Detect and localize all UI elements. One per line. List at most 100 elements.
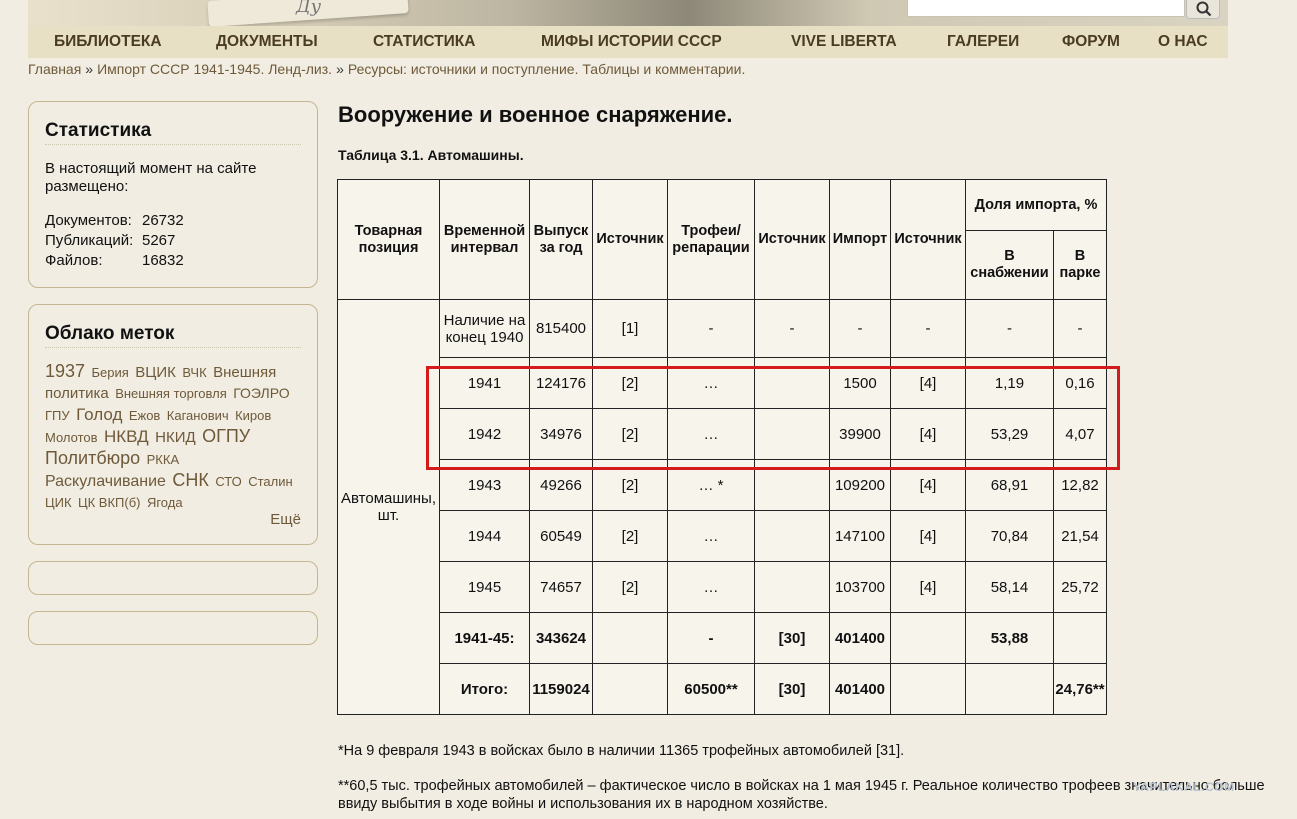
tag-link[interactable]: Берия	[92, 365, 129, 380]
nav-item-about[interactable]: О НАС	[1158, 33, 1208, 51]
cell-output: 60549	[529, 510, 593, 562]
main-nav: БИБЛИОТЕКА ДОКУМЕНТЫ СТАТИСТИКА МИФЫ ИСТ…	[28, 26, 1228, 58]
cell-import: 103700	[829, 561, 891, 613]
stats-intro: В настоящий момент на сайте размещено:	[45, 160, 257, 195]
tag-link[interactable]: НКИД	[155, 429, 196, 446]
breadcrumb-import[interactable]: Импорт СССР 1941-1945. Ленд-лиз.	[97, 61, 332, 77]
tag-link[interactable]: ГОЭЛРО	[233, 385, 289, 401]
search-input[interactable]	[907, 0, 1185, 17]
tag-link[interactable]: НКВД	[104, 427, 149, 446]
tag-link[interactable]: Киров	[235, 408, 271, 423]
stat-label: Публикаций:	[45, 232, 134, 249]
tag-link[interactable]: Ежов	[129, 408, 161, 423]
cell-trophies: …	[667, 510, 755, 562]
tag-link[interactable]: ЦК ВКП(б)	[78, 495, 141, 510]
stat-files: Файлов: 16832	[45, 252, 184, 269]
header-import: Импорт	[829, 179, 891, 300]
header-trophies: Трофеи/ репарации	[667, 179, 755, 300]
nav-item-statistics[interactable]: СТАТИСТИКА	[373, 33, 475, 51]
cell-output: 343624	[529, 612, 593, 664]
cell-trophies: -	[667, 299, 755, 358]
footnote: **60,5 тыс. трофейных автомобилей – факт…	[338, 778, 1265, 812]
cell-import: 401400	[829, 612, 891, 664]
search-icon	[1196, 1, 1212, 17]
cell-share-park: 12,82	[1053, 459, 1107, 511]
cell-share-supply: 53,88	[965, 612, 1054, 664]
breadcrumb-separator: »	[85, 61, 94, 77]
tag-link[interactable]: ВЦИК	[135, 364, 176, 381]
cell-interval: 1945	[439, 561, 530, 613]
banner-scrawl: Ду	[296, 0, 322, 17]
cell-interval: 1941	[439, 357, 530, 409]
cell-share-supply: 1,19	[965, 357, 1054, 409]
cell-source	[754, 357, 830, 409]
tag-link[interactable]: Сталин	[248, 474, 292, 489]
tag-link[interactable]: Внешняя торговля	[115, 386, 227, 401]
cell-source	[592, 612, 668, 664]
tag-cloud-more-link[interactable]: Ещё	[270, 511, 301, 528]
cell-interval: 1941-45:	[439, 612, 530, 664]
tag-link[interactable]: ВЧК	[182, 365, 206, 380]
tag-link[interactable]: ОГПУ	[202, 426, 250, 446]
cell-share-supply: 70,84	[965, 510, 1054, 562]
tag-link[interactable]: Молотов	[45, 430, 98, 445]
tag-link[interactable]: Ягода	[147, 495, 183, 510]
header-source: Источник	[890, 179, 966, 300]
cell-output: 815400	[529, 299, 593, 358]
cell-interval: Наличие на конец 1940	[439, 299, 530, 358]
header-share-park: В парке	[1053, 230, 1107, 300]
tag-link[interactable]: Каганович	[167, 408, 229, 423]
header-source: Источник	[592, 179, 668, 300]
cell-trophies: …	[667, 408, 755, 460]
cell-import: -	[829, 299, 891, 358]
header-source: Источник	[754, 179, 830, 300]
cell-source: [4]	[890, 510, 966, 562]
tag-link[interactable]: ЦИК	[45, 495, 72, 510]
cell-source: [30]	[754, 612, 830, 664]
tag-link[interactable]: ГПУ	[45, 408, 70, 423]
search-button[interactable]	[1186, 0, 1220, 19]
tag-link[interactable]: СТО	[215, 474, 241, 489]
empty-sidebar-box	[28, 561, 318, 595]
tag-link[interactable]: Голод	[76, 405, 122, 424]
cell-interval: 1942	[439, 408, 530, 460]
stat-value: 26732	[142, 212, 184, 229]
tag-link[interactable]: Раскулачивание	[45, 473, 166, 490]
cell-source: [2]	[592, 561, 668, 613]
cell-interval: Итого:	[439, 663, 530, 715]
cell-source	[754, 561, 830, 613]
table-caption: Таблица 3.1. Автомашины.	[338, 147, 524, 163]
breadcrumb-current[interactable]: Ресурсы: источники и поступление. Таблиц…	[348, 61, 745, 77]
nav-item-galleries[interactable]: ГАЛЕРЕИ	[947, 33, 1019, 51]
tag-cloud-box: Облако меток 1937 Берия ВЦИК ВЧК Внешняя…	[28, 304, 318, 545]
tag-link[interactable]: СНК	[172, 470, 208, 490]
cell-source: [4]	[890, 408, 966, 460]
table-row: 1942 34976 [2]… 39900 [4] 53,29 4,07	[338, 408, 1107, 460]
cell-source: [2]	[592, 510, 668, 562]
cell-import: 1500	[829, 357, 891, 409]
table-row: 1945 74657 [2]… 103700 [4] 58,14 25,72	[338, 561, 1107, 613]
stats-box: Статистика В настоящий момент на сайте р…	[28, 101, 318, 288]
breadcrumb-home[interactable]: Главная	[28, 61, 81, 77]
nav-item-myths[interactable]: МИФЫ ИСТОРИИ СССР	[541, 33, 722, 51]
nav-item-vive-liberta[interactable]: VIVE LIBERTA	[791, 33, 897, 51]
tag-link[interactable]: Политбюро	[45, 448, 140, 468]
cell-source: [30]	[754, 663, 830, 715]
cell-trophies: -	[667, 612, 755, 664]
nav-item-forum[interactable]: ФОРУМ	[1062, 33, 1120, 51]
cell-trophies: 60500**	[667, 663, 755, 715]
nav-item-documents[interactable]: ДОКУМЕНТЫ	[216, 33, 318, 51]
nav-item-library[interactable]: БИБЛИОТЕКА	[54, 33, 162, 51]
cell-source: [1]	[592, 299, 668, 358]
cell-share-supply: 53,29	[965, 408, 1054, 460]
table-row: Автомашины, шт. Наличие на конец 1940 8154…	[337, 299, 1107, 715]
tag-cloud: 1937 Берия ВЦИК ВЧК Внешняя политика Вне…	[45, 361, 307, 513]
cell-output: 124176	[529, 357, 593, 409]
stat-documents: Документов: 26732	[45, 212, 184, 229]
cell-source: -	[890, 299, 966, 358]
stat-publications: Публикаций: 5267	[45, 232, 175, 249]
tag-link[interactable]: 1937	[45, 361, 85, 381]
table-row: Итого: 1159024 60500** [30] 401400 24,76**	[338, 663, 1107, 715]
cell-import: 147100	[829, 510, 891, 562]
tag-link[interactable]: РККА	[147, 452, 180, 467]
